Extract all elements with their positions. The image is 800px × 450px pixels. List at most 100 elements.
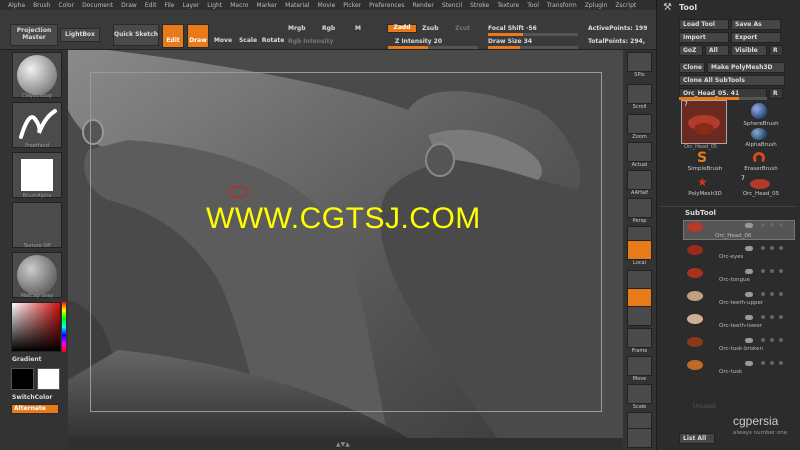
draw-button[interactable]: Draw bbox=[187, 24, 209, 48]
subtool-option-dot[interactable] bbox=[779, 269, 783, 273]
tool-thumb-orc-head[interactable]: 7 Orc_Head_05 bbox=[681, 100, 727, 150]
hue-strip[interactable] bbox=[62, 302, 66, 352]
visible-button[interactable]: Visible bbox=[731, 45, 767, 56]
draw-size-slider[interactable]: Draw Size 34 bbox=[488, 38, 532, 45]
shelf-button-local[interactable] bbox=[627, 240, 652, 260]
visibility-toggle[interactable] bbox=[745, 269, 753, 274]
subtool-option-dot[interactable] bbox=[770, 315, 774, 319]
subtool-option-dot[interactable] bbox=[761, 292, 765, 296]
lightbox-button[interactable]: LightBox bbox=[60, 28, 100, 42]
subtool-option-dot[interactable] bbox=[770, 292, 774, 296]
save-as-button[interactable]: Save As bbox=[731, 19, 781, 30]
export-button[interactable]: Export bbox=[731, 32, 781, 43]
stroke-selector[interactable] bbox=[12, 102, 62, 148]
subtool-option-dot[interactable] bbox=[770, 223, 774, 227]
shelf-button-scale[interactable] bbox=[627, 384, 652, 404]
m-button[interactable]: M bbox=[355, 25, 361, 32]
tool-thumb-simplebrush[interactable]: S SimpleBrush bbox=[683, 150, 723, 174]
tool-thumb-orc-head-2[interactable]: 7 Orc_Head_05 bbox=[739, 175, 779, 199]
switchcolor-button[interactable]: SwitchColor bbox=[12, 394, 52, 401]
subtool-row[interactable]: Orc-tusk-broken bbox=[683, 335, 795, 355]
document-canvas[interactable]: WWW.CGTSJ.COM bbox=[68, 50, 623, 438]
texture-selector[interactable] bbox=[12, 202, 62, 248]
subtool-row[interactable]: Orc-tongue bbox=[683, 266, 795, 286]
main-color-swatch[interactable] bbox=[11, 368, 34, 390]
menu-item-transform[interactable]: Transform bbox=[547, 2, 577, 9]
subtool-option-dot[interactable] bbox=[761, 269, 765, 273]
subtool-row[interactable]: Orc-eyes bbox=[683, 243, 795, 263]
menu-item-draw[interactable]: Draw bbox=[121, 2, 137, 9]
tool-thumb-polymesh3d[interactable]: ★ PolyMesh3D bbox=[683, 175, 723, 199]
visibility-toggle[interactable] bbox=[745, 292, 753, 297]
subtool-option-dot[interactable] bbox=[779, 361, 783, 365]
shelf-button-persp[interactable] bbox=[627, 198, 652, 218]
tool-thumb-alphabrush[interactable]: AlphaBrush bbox=[739, 128, 779, 150]
shelf-button-extra-10[interactable] bbox=[627, 306, 652, 326]
expand-arrows-icon[interactable]: ▲▼▲ bbox=[336, 441, 350, 448]
clone-button[interactable]: Clone bbox=[679, 62, 705, 73]
move-button[interactable]: Move bbox=[212, 24, 234, 48]
shelf-button-lsym[interactable] bbox=[627, 270, 652, 290]
menu-item-brush[interactable]: Brush bbox=[33, 2, 50, 9]
focal-shift-track[interactable] bbox=[488, 33, 578, 36]
shelf-button-extra-15[interactable] bbox=[627, 428, 652, 448]
zsub-button[interactable]: Zsub bbox=[422, 25, 439, 32]
subtool-option-dot[interactable] bbox=[770, 361, 774, 365]
menu-item-render[interactable]: Render bbox=[412, 2, 433, 9]
subtool-option-dot[interactable] bbox=[770, 246, 774, 250]
shelf-button-zoom[interactable] bbox=[627, 114, 652, 134]
subtool-row[interactable]: Orc-tusk bbox=[683, 358, 795, 378]
subtool-option-dot[interactable] bbox=[770, 269, 774, 273]
menu-item-material[interactable]: Material bbox=[285, 2, 309, 9]
subtool-option-dot[interactable] bbox=[779, 338, 783, 342]
alternate-button[interactable]: Alternate bbox=[11, 404, 59, 414]
menu-item-picker[interactable]: Picker bbox=[343, 2, 361, 9]
menu-item-zplugin[interactable]: Zplugin bbox=[585, 2, 608, 9]
load-tool-button[interactable]: Load Tool bbox=[679, 19, 729, 30]
subtool-row[interactable]: Orc-teeth-lower bbox=[683, 312, 795, 332]
make-polymesh-button[interactable]: Make PolyMesh3D bbox=[707, 62, 785, 73]
rgb-button[interactable]: Rgb bbox=[322, 25, 335, 32]
r-button-2[interactable]: R bbox=[769, 88, 783, 99]
subtool-option-dot[interactable] bbox=[770, 338, 774, 342]
menu-item-stroke[interactable]: Stroke bbox=[470, 2, 489, 9]
menu-item-marker[interactable]: Marker bbox=[256, 2, 277, 9]
subtool-option-dot[interactable] bbox=[779, 292, 783, 296]
menu-item-document[interactable]: Document bbox=[82, 2, 113, 9]
clone-all-subtools-button[interactable]: Clone All SubTools bbox=[679, 75, 785, 86]
brush-selector[interactable] bbox=[12, 52, 62, 98]
menu-item-macro[interactable]: Macro bbox=[230, 2, 248, 9]
subtool-row[interactable]: Orc-teeth-upper bbox=[683, 289, 795, 309]
tool-thumb-eraserbrush[interactable]: EraserBrush bbox=[739, 150, 779, 174]
shelf-button-aahalf[interactable] bbox=[627, 170, 652, 190]
menu-item-stencil[interactable]: Stencil bbox=[442, 2, 462, 9]
focal-shift-slider[interactable]: Focal Shift -56 bbox=[488, 25, 537, 32]
shelf-button-actual[interactable] bbox=[627, 142, 652, 162]
subtool-option-dot[interactable] bbox=[761, 315, 765, 319]
secondary-color-swatch[interactable] bbox=[37, 368, 60, 390]
menu-item-texture[interactable]: Texture bbox=[497, 2, 519, 9]
color-picker[interactable] bbox=[11, 302, 61, 352]
draw-size-track[interactable] bbox=[488, 46, 578, 49]
subtool-option-dot[interactable] bbox=[779, 223, 783, 227]
subtool-option-dot[interactable] bbox=[761, 361, 765, 365]
projection-master-button[interactable]: Projection Master bbox=[10, 24, 58, 46]
shelf-button-frame[interactable] bbox=[627, 328, 652, 348]
subtool-option-dot[interactable] bbox=[779, 315, 783, 319]
subtool-option-dot[interactable] bbox=[761, 223, 765, 227]
r-button[interactable]: R bbox=[769, 45, 783, 56]
menu-item-alpha[interactable]: Alpha bbox=[8, 2, 25, 9]
gradient-toggle[interactable]: Gradient bbox=[12, 356, 42, 363]
menu-item-preferences[interactable]: Preferences bbox=[369, 2, 404, 9]
all-button[interactable]: All bbox=[705, 45, 729, 56]
quick-sketch-button[interactable]: Quick Sketch bbox=[113, 24, 159, 46]
z-intensity-slider[interactable]: Z Intensity 20 bbox=[395, 38, 442, 45]
menu-item-zscript[interactable]: Zscript bbox=[615, 2, 636, 9]
shelf-button-spix[interactable] bbox=[627, 52, 652, 72]
menu-item-light[interactable]: Light bbox=[207, 2, 222, 9]
z-intensity-track[interactable] bbox=[388, 46, 478, 49]
menu-item-edit[interactable]: Edit bbox=[145, 2, 157, 9]
menu-item-color[interactable]: Color bbox=[58, 2, 74, 9]
subtool-option-dot[interactable] bbox=[779, 246, 783, 250]
import-button[interactable]: Import bbox=[679, 32, 729, 43]
